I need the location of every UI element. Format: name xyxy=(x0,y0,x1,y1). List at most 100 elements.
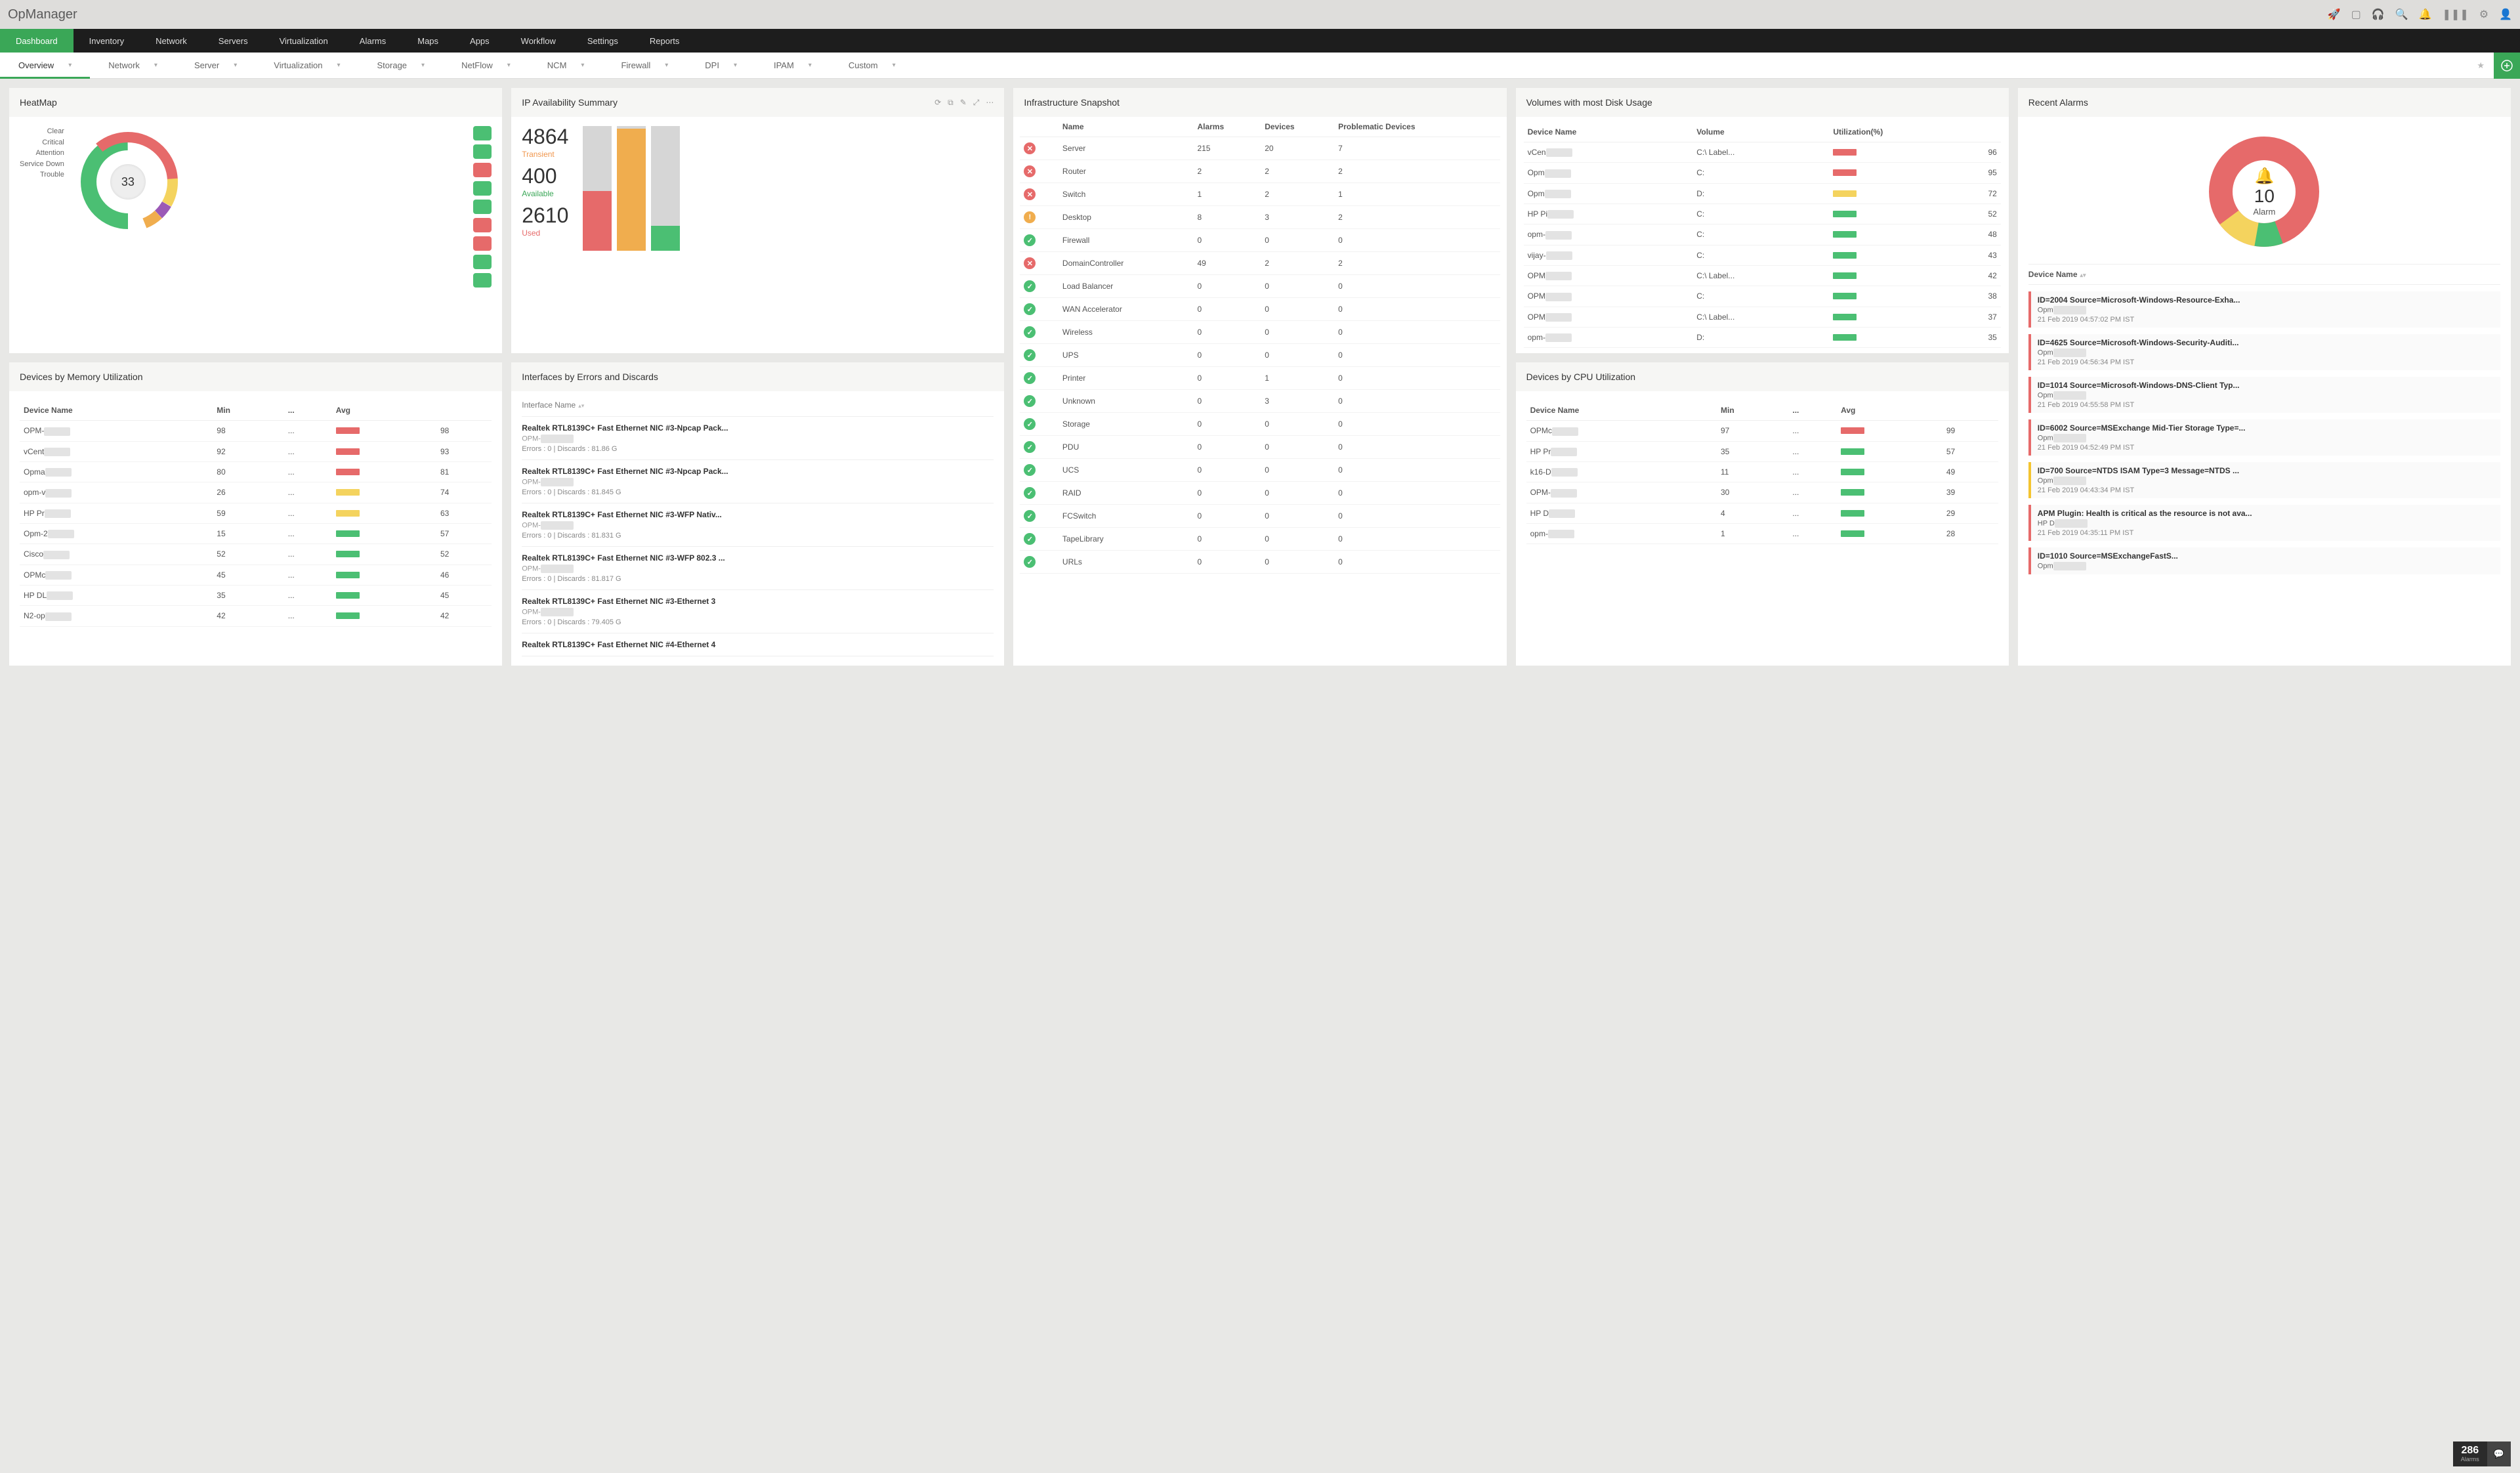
alarm-item[interactable]: ID=4625 Source=Microsoft-Windows-Securit… xyxy=(2028,334,2500,370)
mainnav-tab-dashboard[interactable]: Dashboard xyxy=(0,29,74,53)
interface-item[interactable]: Realtek RTL8139C+ Fast Ethernet NIC #3-W… xyxy=(522,547,994,590)
table-row[interactable]: OPMC:\ Label...42 xyxy=(1524,265,2001,286)
table-row[interactable]: vCenC:\ Label...96 xyxy=(1524,142,2001,163)
chat-icon[interactable]: 💬 xyxy=(2487,1441,2511,1466)
refresh-icon[interactable]: ⟳ xyxy=(934,98,941,108)
table-row[interactable]: HP Pr59...63 xyxy=(20,503,492,523)
table-row[interactable]: ✓WAN Accelerator000 xyxy=(1020,298,1500,321)
search-icon[interactable]: 🔍 xyxy=(2395,8,2408,21)
heat-tile[interactable] xyxy=(473,236,492,251)
table-row[interactable]: Opm-215...57 xyxy=(20,523,492,544)
gear-icon[interactable]: ⚙ xyxy=(2479,8,2488,21)
copy-icon[interactable]: ⧉ xyxy=(948,98,954,108)
mainnav-tab-settings[interactable]: Settings xyxy=(572,29,634,53)
table-row[interactable]: OPMC:\ Label...37 xyxy=(1524,307,2001,327)
barcode-icon[interactable]: ❚❚❚ xyxy=(2443,8,2469,21)
table-row[interactable]: ✓RAID000 xyxy=(1020,482,1500,505)
table-row[interactable]: ✓Load Balancer000 xyxy=(1020,275,1500,298)
table-row[interactable]: OPMc45...46 xyxy=(20,565,492,585)
alarm-item[interactable]: ID=1014 Source=Microsoft-Windows-DNS-Cli… xyxy=(2028,377,2500,413)
table-row[interactable]: ✓Unknown030 xyxy=(1020,390,1500,413)
expand-icon[interactable]: ⤢ xyxy=(973,98,980,108)
interface-item[interactable]: Realtek RTL8139C+ Fast Ethernet NIC #3-N… xyxy=(522,460,994,503)
table-row[interactable]: ✓UPS000 xyxy=(1020,344,1500,367)
table-row[interactable]: N2-op42...42 xyxy=(20,606,492,626)
interfaces-header[interactable]: Interface Name xyxy=(522,400,576,410)
table-row[interactable]: ✓URLs000 xyxy=(1020,551,1500,574)
table-row[interactable]: ✓Printer010 xyxy=(1020,367,1500,390)
bell-icon[interactable]: 🔔 xyxy=(2419,8,2432,21)
table-row[interactable]: OPM-98...98 xyxy=(20,421,492,441)
table-header[interactable]: Min xyxy=(213,400,284,421)
table-row[interactable]: ✓FCSwitch000 xyxy=(1020,505,1500,528)
alarms-list-header[interactable]: Device Name xyxy=(2028,270,2078,279)
table-header[interactable]: Device Name xyxy=(20,400,213,421)
alarm-item[interactable]: ID=700 Source=NTDS ISAM Type=3 Message=N… xyxy=(2028,462,2500,498)
table-row[interactable]: opm-v26...74 xyxy=(20,482,492,503)
heat-tile[interactable] xyxy=(473,273,492,288)
table-row[interactable]: vCent92...93 xyxy=(20,441,492,461)
heat-tile[interactable] xyxy=(473,255,492,269)
edit-icon[interactable]: ✎ xyxy=(960,98,967,108)
alarm-item[interactable]: ID=2004 Source=Microsoft-Windows-Resourc… xyxy=(2028,291,2500,328)
interface-item[interactable]: Realtek RTL8139C+ Fast Ethernet NIC #4-E… xyxy=(522,633,994,656)
table-header[interactable]: Name xyxy=(1059,117,1194,137)
subnav-tab-virtualization[interactable]: Virtualization▾ xyxy=(255,53,358,78)
table-row[interactable]: ✓UCS000 xyxy=(1020,459,1500,482)
interface-item[interactable]: Realtek RTL8139C+ Fast Ethernet NIC #3-W… xyxy=(522,503,994,547)
headset-icon[interactable]: 🎧 xyxy=(2372,8,2385,21)
table-row[interactable]: Cisco52...52 xyxy=(20,544,492,565)
mainnav-tab-network[interactable]: Network xyxy=(140,29,203,53)
table-header[interactable]: Devices xyxy=(1261,117,1334,137)
table-row[interactable]: ✕Switch121 xyxy=(1020,183,1500,206)
table-row[interactable]: OPM-30...39 xyxy=(1526,482,1998,503)
table-header[interactable]: Alarms xyxy=(1193,117,1261,137)
table-row[interactable]: OPMc97...99 xyxy=(1526,421,1998,441)
favorite-icon[interactable]: ★ xyxy=(2468,60,2494,71)
heatmap-donut[interactable]: 33 xyxy=(72,126,184,238)
table-row[interactable]: OPMC:38 xyxy=(1524,286,2001,307)
heat-tile[interactable] xyxy=(473,126,492,140)
close-icon[interactable]: ⋯ xyxy=(986,98,994,108)
subnav-tab-firewall[interactable]: Firewall▾ xyxy=(602,53,686,78)
table-header[interactable]: Avg xyxy=(332,400,436,421)
table-row[interactable]: ✓Firewall000 xyxy=(1020,229,1500,252)
table-row[interactable]: HP Pr35...57 xyxy=(1526,441,1998,461)
table-row[interactable]: OpmC:95 xyxy=(1524,163,2001,183)
table-header[interactable]: ... xyxy=(1788,400,1837,421)
subnav-tab-custom[interactable]: Custom▾ xyxy=(830,53,914,78)
mainnav-tab-maps[interactable]: Maps xyxy=(402,29,454,53)
table-row[interactable]: ✕Server215207 xyxy=(1020,137,1500,160)
table-row[interactable]: ✓PDU000 xyxy=(1020,436,1500,459)
heat-tile[interactable] xyxy=(473,181,492,196)
interface-item[interactable]: Realtek RTL8139C+ Fast Ethernet NIC #3-E… xyxy=(522,590,994,633)
alarm-ring[interactable]: 🔔 10 Alarm xyxy=(2205,133,2323,251)
table-row[interactable]: ✓Storage000 xyxy=(1020,413,1500,436)
table-row[interactable]: opm-C:48 xyxy=(1524,224,2001,245)
user-icon[interactable]: 👤 xyxy=(2499,8,2512,21)
table-row[interactable]: HP PiC:52 xyxy=(1524,203,2001,224)
table-header[interactable]: Device Name xyxy=(1524,122,1693,142)
table-header[interactable]: Device Name xyxy=(1526,400,1717,421)
table-row[interactable]: k16-D11...49 xyxy=(1526,461,1998,482)
table-header[interactable]: Utilization(%) xyxy=(1829,122,2000,142)
heat-tile[interactable] xyxy=(473,218,492,232)
table-row[interactable]: ✓Wireless000 xyxy=(1020,321,1500,344)
rocket-icon[interactable]: 🚀 xyxy=(2328,8,2341,21)
mainnav-tab-inventory[interactable]: Inventory xyxy=(74,29,140,53)
table-row[interactable]: HP DL35...45 xyxy=(20,585,492,605)
subnav-tab-dpi[interactable]: DPI▾ xyxy=(686,53,755,78)
mainnav-tab-workflow[interactable]: Workflow xyxy=(505,29,572,53)
mainnav-tab-apps[interactable]: Apps xyxy=(454,29,505,53)
table-row[interactable]: ✕Router222 xyxy=(1020,160,1500,183)
mainnav-tab-reports[interactable]: Reports xyxy=(634,29,696,53)
table-header[interactable] xyxy=(1020,117,1059,137)
table-row[interactable]: ✓TapeLibrary000 xyxy=(1020,528,1500,551)
interface-item[interactable]: Realtek RTL8139C+ Fast Ethernet NIC #3-N… xyxy=(522,417,994,460)
heat-tile[interactable] xyxy=(473,144,492,159)
mainnav-tab-servers[interactable]: Servers xyxy=(203,29,264,53)
add-widget-button[interactable] xyxy=(2494,53,2520,79)
table-row[interactable]: vijay-C:43 xyxy=(1524,245,2001,265)
mainnav-tab-virtualization[interactable]: Virtualization xyxy=(264,29,344,53)
subnav-tab-netflow[interactable]: NetFlow▾ xyxy=(443,53,529,78)
